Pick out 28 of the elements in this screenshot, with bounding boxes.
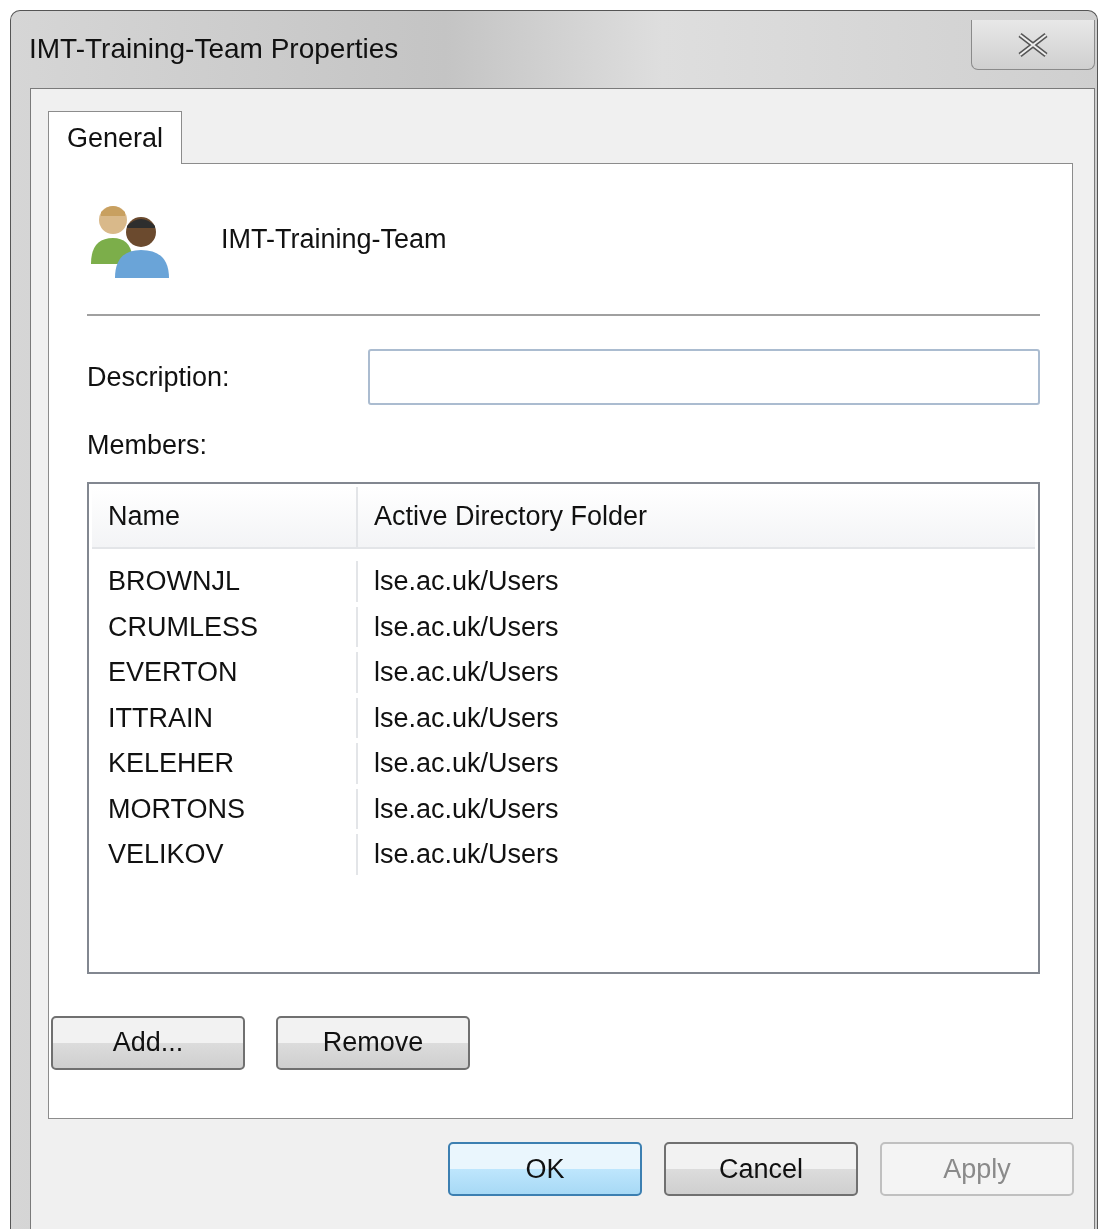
table-cell-text: lse.ac.uk/Users (373, 838, 559, 871)
table-cell-text: lse.ac.uk/Users (373, 656, 559, 689)
table-cell-text: lse.ac.uk/Users (373, 792, 559, 826)
column-header[interactable]: Active Directory Folder (358, 486, 648, 547)
members-label: Members: (87, 429, 209, 462)
table-cell-text: lse.ac.uk/Users (373, 565, 559, 598)
table-cell: BROWNJL (92, 561, 358, 602)
table-cell: EVERTON (92, 652, 358, 693)
table-cell: MORTONS (92, 788, 358, 829)
dialog-button[interactable]: Cancel (664, 1142, 858, 1196)
table-cell-text: lse.ac.uk/Users (373, 747, 559, 780)
close-icon (1016, 31, 1050, 58)
description-label: Description: (87, 360, 231, 394)
table-cell: ITTRAIN (92, 697, 358, 738)
dialog-button[interactable]: Remove (276, 1015, 470, 1070)
description-field[interactable] (367, 349, 1040, 405)
group-name: IMT-Training-Team (221, 222, 447, 256)
table-cell: CRUMLESS (92, 606, 358, 647)
table-cell-text: lse.ac.uk/Users (373, 610, 559, 644)
table-cell: VELIKOV (92, 834, 358, 875)
table-cell-text: lse.ac.uk/Users (373, 701, 559, 735)
dialog-button[interactable]: Add... (51, 1015, 245, 1070)
table-cell: KELEHER (92, 743, 358, 784)
column-header[interactable]: Name (92, 486, 358, 547)
tab[interactable]: General (48, 111, 183, 164)
window-title: IMT-Training-Team Properties (29, 32, 399, 66)
close-button[interactable] (971, 20, 1095, 70)
dialog-button[interactable]: OK (448, 1142, 642, 1196)
